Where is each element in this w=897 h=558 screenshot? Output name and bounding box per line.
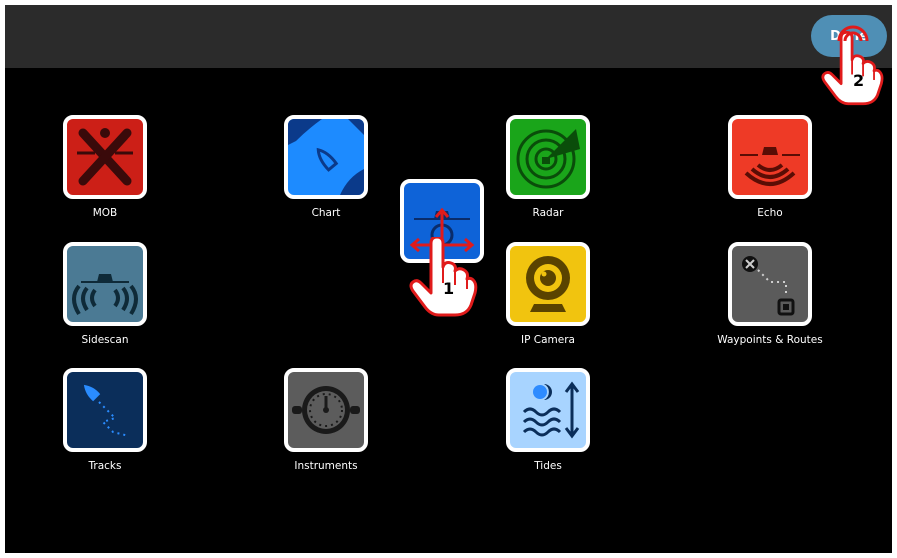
echo-icon (728, 115, 812, 199)
app-label: IP Camera (521, 334, 575, 346)
gesture-step-number: 2 (853, 71, 865, 90)
top-bar: Done (5, 5, 892, 68)
app-label: Echo (757, 207, 783, 219)
tap-ripple-icon (837, 25, 869, 42)
app-ip-camera[interactable]: IP Camera (473, 242, 623, 346)
app-label: Waypoints & Routes (717, 334, 823, 346)
sidescan-icon (63, 242, 147, 326)
waypoints-icon (728, 242, 812, 326)
app-sidescan[interactable]: Sidescan (30, 242, 180, 346)
app-chart[interactable]: Chart (251, 115, 401, 219)
app-waypoints-routes[interactable]: Waypoints & Routes (695, 242, 845, 346)
app-tides[interactable]: Tides (473, 368, 623, 472)
tides-icon (506, 368, 590, 452)
chart-icon (284, 115, 368, 199)
mob-icon (63, 115, 147, 199)
gesture-step-number: 1 (443, 279, 455, 298)
radar-icon (506, 115, 590, 199)
app-label: Tides (534, 460, 562, 472)
app-launcher-screen: Done MOB Chart (5, 5, 892, 553)
app-label: Radar (532, 207, 564, 219)
app-radar[interactable]: Radar (473, 115, 623, 219)
drag-gesture-hand-icon: 1 (409, 235, 479, 321)
app-label: Sidescan (81, 334, 129, 346)
app-label: Instruments (294, 460, 358, 472)
app-mob[interactable]: MOB (30, 115, 180, 219)
tracks-icon (63, 368, 147, 452)
app-tracks[interactable]: Tracks (30, 368, 180, 472)
app-instruments[interactable]: Instruments (251, 368, 401, 472)
app-label: Tracks (88, 460, 122, 472)
instruments-icon (284, 368, 368, 452)
app-echo[interactable]: Echo (695, 115, 845, 219)
ip-camera-icon (506, 242, 590, 326)
app-label: MOB (92, 207, 118, 219)
app-label: Chart (311, 207, 341, 219)
